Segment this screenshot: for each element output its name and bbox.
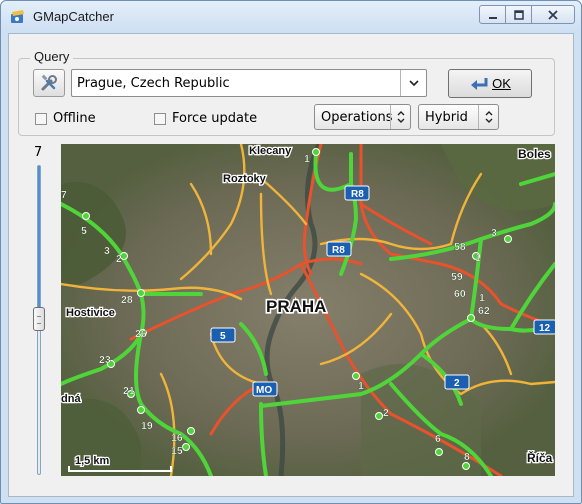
road-shield-2: 2 [444,374,470,390]
exit-number: 59 [451,271,463,283]
maximize-button[interactable] [505,5,532,24]
svg-text:R8: R8 [332,245,345,256]
exit-number: 5 [81,225,87,237]
tools-icon [41,74,57,91]
exit-number: 21 [123,385,135,397]
map-canvas: 1 7 5 3 2 28 26 23 21 19 16 15 58 3 1 59… [61,144,555,476]
exit-number: 23 [99,354,111,366]
minimize-icon [488,16,497,19]
force-update-checkbox-box[interactable] [154,112,166,125]
force-update-label: Force update [172,111,258,126]
map-type-label: Hybrid [425,110,468,125]
zoom-slider-fill [38,166,40,316]
exit-number: 8 [464,451,470,463]
app-icon [11,10,24,23]
svg-text:MO: MO [256,385,272,396]
place-label-klecany: Klecany [249,145,292,157]
place-label-praha: PRAHA [266,297,326,316]
close-button[interactable] [531,5,575,24]
exit-number: 2 [116,253,122,265]
exit-number: 1 [358,380,364,392]
minimize-button[interactable] [479,5,506,24]
exit-number: 62 [478,305,490,317]
svg-text:R8: R8 [351,189,364,200]
exit-number: 7 [61,189,67,201]
title-bar[interactable]: GMapCatcher [1,1,581,33]
operations-spin-icon [390,105,410,129]
settings-tools-button[interactable] [33,69,65,97]
enter-arrow-icon [471,77,488,90]
exit-number: 26 [135,328,147,340]
place-label-rica: Říča [527,450,553,465]
exit-number: 1 [304,153,310,165]
exit-number: 19 [141,420,153,432]
road-shield-mo: MO [252,381,278,397]
exit-number: 3 [491,227,497,239]
operations-select[interactable]: Operations [314,104,411,130]
close-icon [548,9,558,20]
svg-text:5: 5 [220,331,226,342]
maximize-icon [513,9,524,20]
window-title: GMapCatcher [33,9,114,24]
exit-number: 28 [121,294,133,306]
exit-number: 3 [104,245,110,257]
road-shield-12: 12 [533,319,555,335]
scale-label: 1,5 km [75,455,109,467]
offline-checkbox-box[interactable] [35,112,47,125]
map-type-select[interactable]: Hybrid [418,104,499,130]
force-update-checkbox[interactable]: Force update [154,111,257,126]
exit-number: 58 [454,241,466,253]
map-type-spin-icon [478,105,498,129]
chevron-down-icon [408,80,419,87]
location-dropdown-button[interactable] [400,70,426,96]
svg-text:12: 12 [539,323,551,334]
location-combo[interactable]: Prague, Czech Republic [71,69,427,97]
road-shield-r8-mid: R8 [326,241,352,257]
road-shield-5: 5 [210,327,236,343]
exit-number: 2 [383,407,389,419]
operations-label: Operations [321,110,393,125]
exit-number: 6 [435,433,441,445]
exit-number: 15 [171,445,183,457]
ok-button[interactable]: OK [448,69,532,98]
map-view[interactable]: 1 7 5 3 2 28 26 23 21 19 16 15 58 3 1 59… [61,144,555,476]
location-input[interactable]: Prague, Czech Republic [77,76,230,91]
exit-number: 1 [479,292,485,304]
offline-label: Offline [53,111,96,126]
road-shield-r8-top: R8 [344,185,370,201]
ok-label: OK [492,76,511,91]
exit-number: 1 [475,252,481,264]
zoom-slider-thumb[interactable] [33,307,45,331]
place-label-bolest: Boles [518,147,551,161]
zoom-level-label: 7 [34,145,43,160]
svg-text:2: 2 [454,378,460,389]
query-legend: Query [30,49,74,64]
exit-number: 60 [454,288,466,300]
exit-number: 16 [171,432,183,444]
place-label-dna: dná [61,393,81,405]
place-label-hostivice: Hostivice [66,307,115,319]
offline-checkbox[interactable]: Offline [35,111,96,126]
place-label-roztoky: Roztoky [223,173,267,185]
